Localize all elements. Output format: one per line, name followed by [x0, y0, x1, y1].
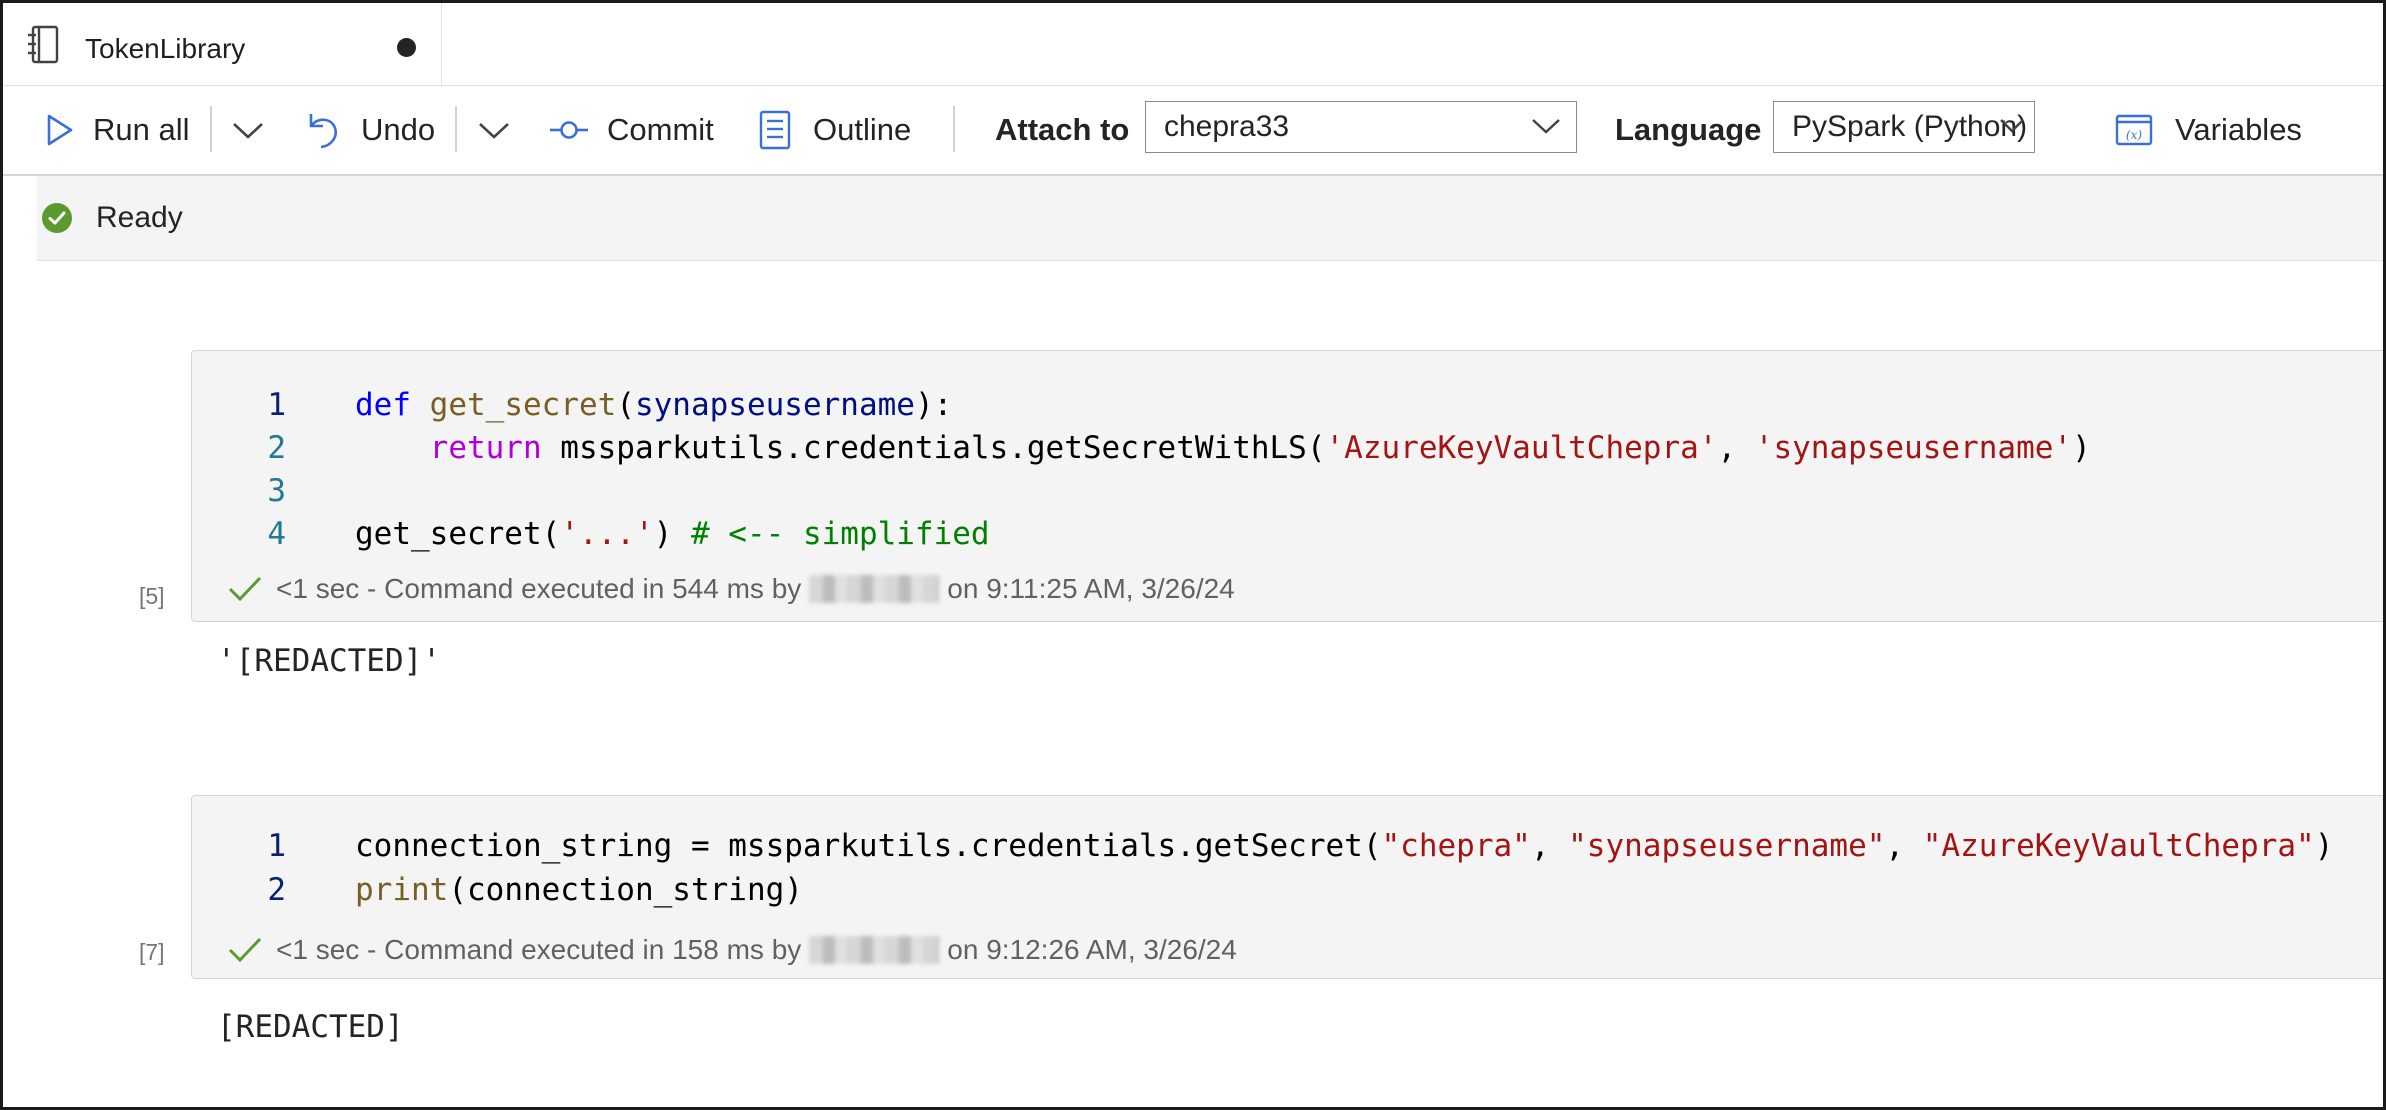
separator [210, 106, 212, 152]
unsaved-indicator [397, 38, 416, 57]
code-cell[interactable]: 1 connection_string = mssparkutils.crede… [191, 795, 2383, 979]
run-all-label: Run all [93, 112, 190, 147]
toolbar: Run all Undo Commit Outline Attach to ch… [3, 86, 2383, 176]
execution-count: [7] [139, 939, 165, 965]
code-line[interactable]: connection_string = mssparkutils.credent… [355, 828, 2333, 864]
tab-title: TokenLibrary [85, 33, 246, 64]
tab-bar: TokenLibrary [3, 3, 2383, 86]
commit-button[interactable]: Commit [549, 86, 714, 174]
execution-timestamp: on 9:11:25 AM, 3/26/24 [947, 573, 1235, 604]
code-token: "synapseusername" [1568, 828, 1886, 864]
code-line[interactable]: def get_secret(synapseusername): [355, 387, 952, 423]
code-token: "chepra" [1381, 828, 1531, 864]
status-text: Ready [96, 201, 183, 234]
check-circle-icon [42, 203, 72, 233]
undo-options-dropdown[interactable] [477, 86, 511, 174]
code-token: mssparkutils.credentials.getSecretWithLS… [541, 430, 1326, 466]
play-icon [47, 114, 73, 146]
code-line[interactable]: get_secret('...') # <-- simplified [355, 516, 990, 552]
variables-button[interactable]: (x) Variables [2115, 86, 2302, 174]
code-line[interactable]: return mssparkutils.credentials.getSecre… [355, 430, 2091, 466]
code-token: , [1885, 828, 1923, 864]
checkmark-icon [228, 937, 262, 963]
language-select[interactable]: PySpark (Python) [1773, 101, 2035, 153]
svg-text:(x): (x) [2126, 128, 2142, 142]
code-cell[interactable]: 1 def get_secret(synapseusername): 2 ret… [191, 350, 2383, 622]
code-token: synapseusername [634, 387, 915, 423]
redacted-username [809, 575, 940, 603]
code-token: 'AzureKeyVaultChepra' [1325, 430, 1718, 466]
code-token: connection_string = mssparkutils.credent… [355, 828, 1382, 864]
cell-output: [REDACTED] [217, 1009, 404, 1045]
commit-icon [550, 121, 588, 139]
separator [953, 106, 955, 152]
undo-button[interactable]: Undo [305, 86, 435, 174]
code-line[interactable]: print(connection_string) [355, 872, 803, 908]
code-token: ) [2072, 430, 2091, 466]
code-token: "AzureKeyVaultChepra" [1922, 828, 2315, 864]
execution-status: <1 sec - Command executed in 544 ms by o… [228, 573, 1235, 605]
attach-to-label: Attach to [995, 112, 1130, 147]
outline-icon [759, 110, 791, 150]
language-label: Language [1615, 112, 1762, 147]
execution-summary: <1 sec - Command executed in 544 ms by [276, 573, 802, 604]
tab-tokenlibrary[interactable]: TokenLibrary [3, 3, 442, 85]
separator [455, 106, 457, 152]
redacted-username [809, 936, 940, 964]
notebook-window: TokenLibrary Run all Undo Commit Outline [0, 0, 2386, 1110]
execution-count: [5] [139, 583, 165, 609]
code-token: 'synapseusername' [1754, 430, 2073, 466]
execution-timestamp: on 9:12:26 AM, 3/26/24 [947, 934, 1237, 965]
variables-label: Variables [2175, 112, 2302, 147]
chevron-down-icon [2000, 119, 2024, 133]
cell-output: '[REDACTED]' [217, 643, 441, 679]
line-number: 4 [267, 516, 286, 552]
line-number: 1 [267, 387, 286, 423]
chevron-down-icon [479, 123, 509, 139]
code-token: ) [2314, 828, 2334, 864]
attach-to-value: chepra33 [1164, 110, 1290, 143]
notebook-icon [28, 25, 59, 64]
line-number: 2 [267, 430, 286, 466]
outline-label: Outline [813, 112, 912, 147]
code-token: print [355, 872, 449, 908]
execution-summary: <1 sec - Command executed in 158 ms by [276, 934, 802, 965]
chevron-down-icon [233, 123, 263, 139]
code-token: , [1530, 828, 1569, 864]
chevron-down-icon [1532, 119, 1560, 134]
code-token: , [1717, 430, 1755, 466]
session-status-bar: Ready [37, 176, 2383, 261]
undo-icon [309, 114, 337, 149]
run-options-dropdown[interactable] [231, 86, 265, 174]
code-token: ): [914, 387, 953, 423]
code-token: return [429, 430, 542, 466]
code-token: '...' [560, 516, 654, 552]
line-number: 2 [267, 872, 286, 908]
undo-label: Undo [361, 112, 436, 147]
attach-to-select[interactable]: chepra33 [1145, 101, 1577, 153]
variables-icon: (x) [2115, 114, 2153, 146]
outline-button[interactable]: Outline [759, 86, 911, 174]
code-token: ) [653, 516, 691, 552]
run-all-button[interactable]: Run all [45, 86, 190, 174]
code-token: # <-- simplified [690, 516, 990, 552]
commit-label: Commit [607, 112, 714, 147]
code-token: ( [616, 387, 635, 423]
execution-status: <1 sec - Command executed in 158 ms by o… [228, 934, 1237, 966]
line-number: 1 [267, 828, 286, 864]
checkmark-icon [228, 576, 262, 602]
code-token: get_secret [429, 387, 617, 423]
code-token: def [355, 387, 411, 423]
line-number: 3 [267, 473, 286, 509]
code-token: get_secret( [355, 516, 561, 552]
language-value: PySpark (Python) [1792, 110, 2028, 143]
code-token: (connection_string) [448, 872, 803, 908]
